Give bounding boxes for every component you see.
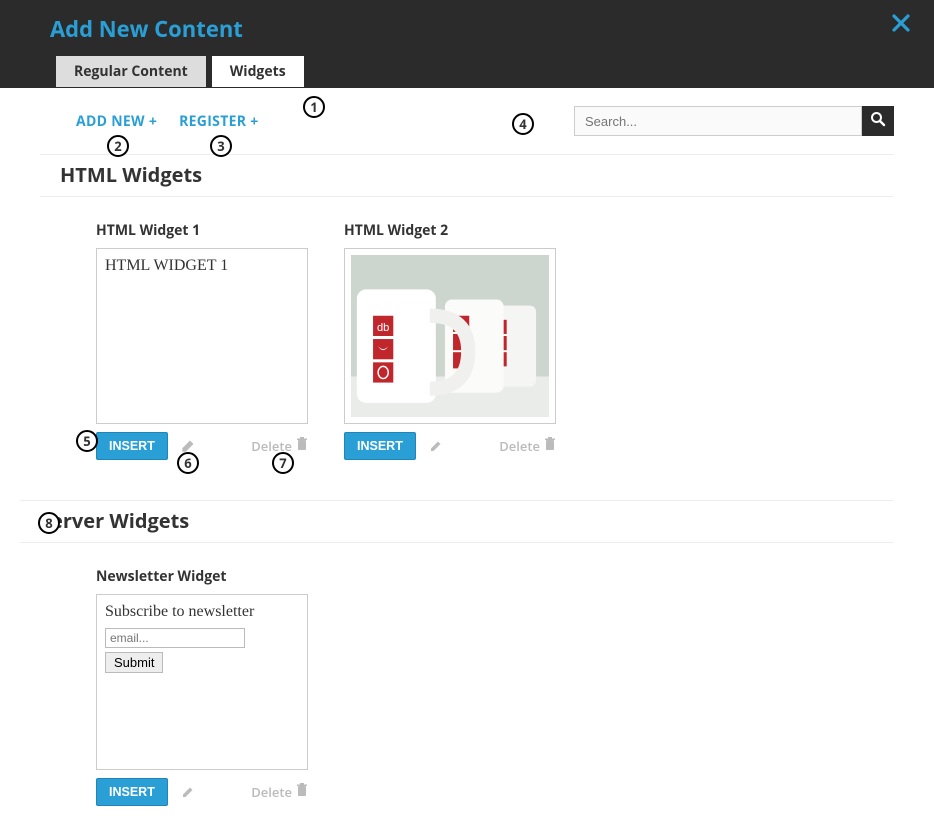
- close-icon[interactable]: [892, 14, 910, 32]
- widget-name: HTML Widget 1: [96, 221, 308, 240]
- add-new-button[interactable]: ADD NEW +: [76, 112, 157, 131]
- widget-preview-text: HTML WIDGET 1: [105, 257, 299, 275]
- widget-preview: db: [344, 248, 556, 424]
- delete-button[interactable]: Delete: [251, 783, 308, 801]
- widget-preview: Subscribe to newsletter Submit: [96, 594, 308, 770]
- widget-card: Newsletter Widget Subscribe to newslette…: [96, 567, 308, 806]
- widget-preview: HTML WIDGET 1: [96, 248, 308, 424]
- trash-icon: [296, 783, 308, 801]
- widget-card: HTML Widget 2: [344, 221, 556, 460]
- mugs-image: db: [351, 255, 549, 417]
- dialog-title: Add New Content: [20, 10, 914, 56]
- content-area: ADD NEW + REGISTER + HTML Widgets HTML W…: [0, 88, 934, 822]
- tab-regular-content[interactable]: Regular Content: [56, 56, 206, 87]
- newsletter-heading: Subscribe to newsletter: [105, 603, 299, 621]
- edit-icon[interactable]: [178, 785, 198, 799]
- search-icon: [870, 110, 886, 132]
- tab-widgets[interactable]: Widgets: [212, 56, 304, 87]
- widget-card: HTML Widget 1 HTML WIDGET 1 INSERT Delet…: [96, 221, 308, 460]
- edit-icon[interactable]: [178, 439, 198, 453]
- trash-icon: [544, 437, 556, 455]
- tab-bar: Regular Content Widgets: [20, 56, 914, 87]
- search-input[interactable]: [574, 106, 862, 136]
- delete-label: Delete: [251, 437, 292, 455]
- delete-label: Delete: [499, 437, 540, 455]
- delete-button[interactable]: Delete: [251, 437, 308, 455]
- newsletter-submit-button[interactable]: Submit: [105, 652, 163, 673]
- delete-label: Delete: [251, 783, 292, 801]
- edit-icon[interactable]: [426, 439, 446, 453]
- delete-button[interactable]: Delete: [499, 437, 556, 455]
- insert-button[interactable]: INSERT: [344, 432, 416, 460]
- widget-name: HTML Widget 2: [344, 221, 556, 240]
- section-title-html-widgets: HTML Widgets: [40, 154, 894, 197]
- trash-icon: [296, 437, 308, 455]
- toolbar: ADD NEW + REGISTER +: [40, 102, 894, 154]
- insert-button[interactable]: INSERT: [96, 778, 168, 806]
- search-button[interactable]: [862, 106, 894, 136]
- svg-text:db: db: [377, 322, 389, 334]
- register-button[interactable]: REGISTER +: [179, 112, 258, 131]
- modal-header: Add New Content Regular Content Widgets: [0, 0, 934, 88]
- section-title-server-widgets: Server Widgets: [20, 500, 894, 543]
- widget-name: Newsletter Widget: [96, 567, 308, 586]
- insert-button[interactable]: INSERT: [96, 432, 168, 460]
- newsletter-email-input[interactable]: [105, 628, 245, 648]
